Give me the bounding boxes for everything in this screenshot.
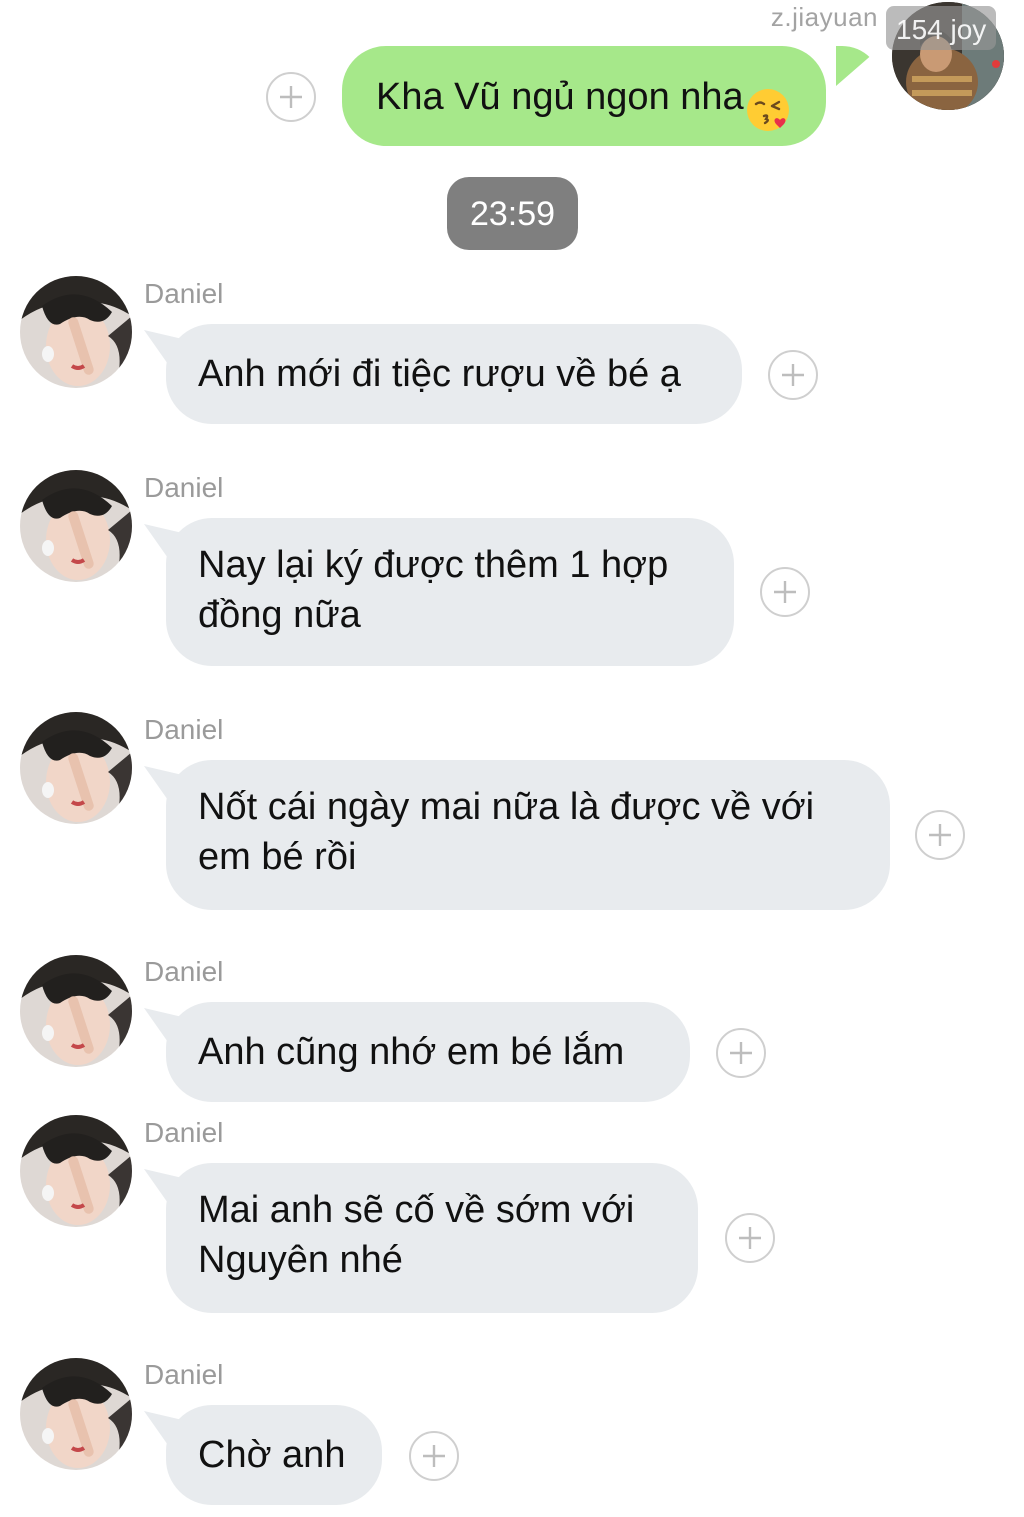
kissing-face-with-heart-icon [744,71,792,131]
watermark-label: 154 joy [886,6,997,50]
add-reaction-button[interactable] [725,1213,775,1263]
message-bubble[interactable]: Nốt cái ngày mai nữa là được về với em b… [166,760,890,910]
plus-icon [266,72,316,122]
plus-icon [760,567,810,617]
plus-icon [716,1028,766,1078]
message-text: Nay lại ký được thêm 1 hợp đồng nữa [198,544,669,636]
avatar[interactable] [20,712,132,824]
avatar[interactable] [20,1115,132,1227]
message-bubble[interactable]: Mai anh sẽ cố về sớm với Nguyên nhé [166,1163,698,1313]
plus-icon [915,810,965,860]
add-reaction-button[interactable] [768,350,818,400]
add-reaction-button[interactable] [716,1028,766,1078]
add-reaction-button[interactable] [915,810,965,860]
avatar[interactable] [20,470,132,582]
outgoing-sender-name: z.jiayuan [770,2,878,32]
add-reaction-button[interactable] [409,1431,459,1481]
outgoing-bubble-tail [836,46,882,86]
message-bubble[interactable]: Anh cũng nhớ em bé lắm [166,1002,690,1102]
message-bubble[interactable]: Anh mới đi tiệc rượu về bé ạ [166,324,742,424]
plus-icon [409,1431,459,1481]
add-reaction-button[interactable] [760,567,810,617]
sender-name: Daniel [144,278,224,309]
plus-icon [768,350,818,400]
message-bubble[interactable]: Nay lại ký được thêm 1 hợp đồng nữa [166,518,734,666]
sender-name: Daniel [144,714,224,745]
plus-icon [725,1213,775,1263]
message-text: Nốt cái ngày mai nữa là được về với em b… [198,786,815,878]
message-text: Chờ anh [198,1434,346,1476]
sender-name: Daniel [144,1117,224,1148]
sender-name: Daniel [144,956,224,987]
avatar[interactable] [20,276,132,388]
add-reaction-button[interactable] [266,72,316,122]
avatar[interactable] [20,1358,132,1470]
outgoing-message-text: Kha Vũ ngủ ngon nha [376,76,744,118]
timestamp-badge: 23:59 [447,177,578,250]
sender-name: Daniel [144,472,224,503]
sender-name: Daniel [144,1359,224,1390]
outgoing-message-bubble[interactable]: Kha Vũ ngủ ngon nha [342,46,826,146]
message-bubble[interactable]: Chờ anh [166,1405,382,1505]
message-text: Anh cũng nhớ em bé lắm [198,1031,625,1073]
avatar[interactable] [20,955,132,1067]
message-text: Mai anh sẽ cố về sớm với Nguyên nhé [198,1189,635,1281]
message-text: Anh mới đi tiệc rượu về bé ạ [198,353,681,395]
